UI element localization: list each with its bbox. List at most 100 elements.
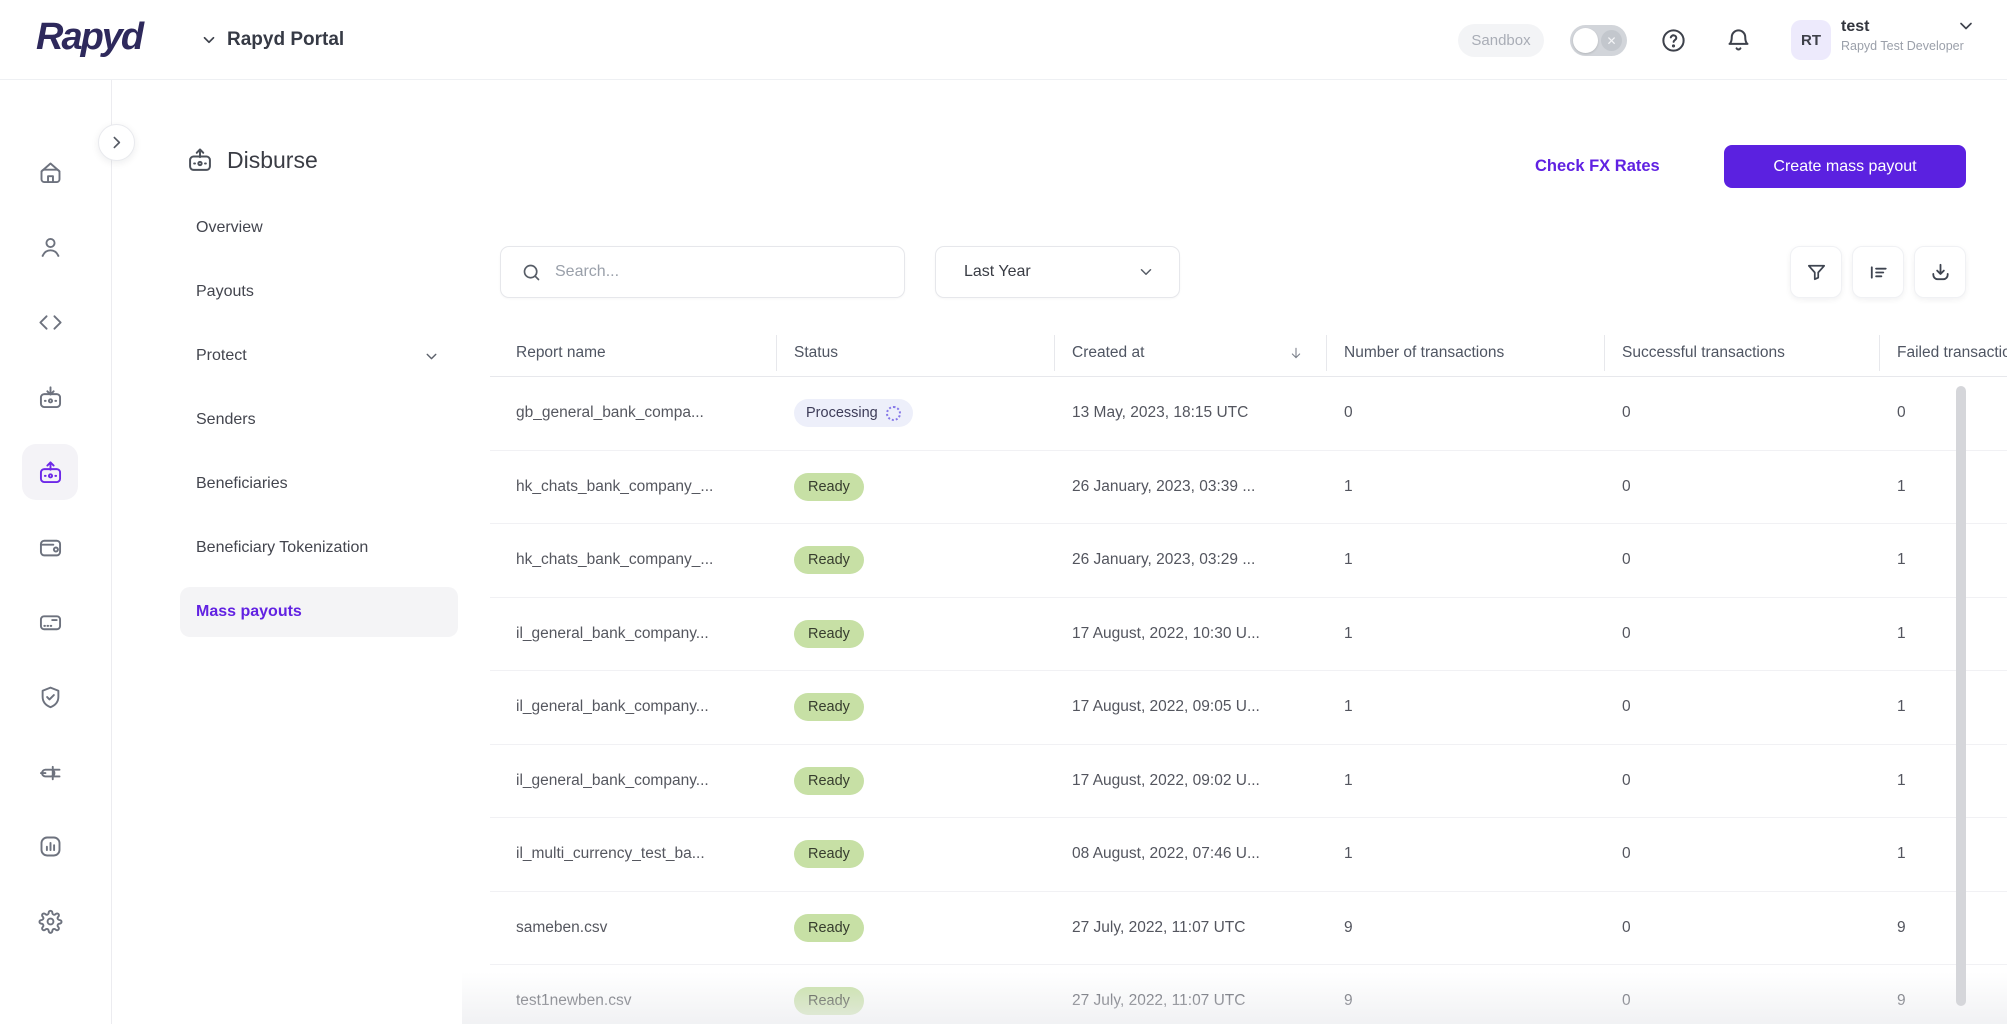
sidebar-item-payouts[interactable]: Payouts — [180, 267, 458, 317]
filter-button[interactable] — [1790, 246, 1842, 298]
rail-item-home[interactable] — [22, 144, 78, 200]
status-badge-label: Ready — [808, 919, 850, 936]
chevron-down-icon — [1960, 22, 1972, 30]
rapyd-logo: Rapyd — [36, 16, 144, 58]
rail-item-integrations[interactable] — [22, 744, 78, 800]
column-header-successful-transactions[interactable]: Successful transactions — [1604, 330, 1879, 376]
search-input[interactable] — [555, 263, 855, 281]
wallet-icon — [39, 539, 61, 556]
rail-item-settings[interactable] — [22, 893, 78, 949]
status-badge: Ready — [794, 840, 864, 869]
sidebar-item-senders[interactable]: Senders — [180, 395, 458, 445]
cell-total: 1 — [1344, 624, 1353, 642]
sidebar-item-beneficiaries[interactable]: Beneficiaries — [180, 459, 458, 509]
clients-icon — [41, 237, 59, 257]
column-header-label: Report name — [516, 344, 606, 361]
cell-failed: 9 — [1897, 992, 1906, 1010]
sidebar-item-beneficiary-tokenization[interactable]: Beneficiary Tokenization — [180, 523, 458, 573]
question-circle-icon — [1661, 28, 1685, 52]
column-header-number-of-transactions[interactable]: Number of transactions — [1326, 330, 1604, 376]
table-row[interactable]: il_general_bank_company... Ready 17 August… — [490, 671, 2007, 745]
sidebar-expand-button[interactable] — [98, 124, 135, 161]
cell-successful: 0 — [1622, 771, 1631, 789]
rail-item-card[interactable] — [22, 594, 78, 650]
date-range-value: Last Year — [964, 263, 1031, 280]
status-badge-label: Ready — [808, 772, 850, 789]
rail-item-collect[interactable] — [22, 369, 78, 425]
column-header-report-name[interactable]: Report name — [490, 330, 776, 376]
table-row[interactable]: test1newben.csv Ready 27 July, 2022, 11:07… — [490, 965, 2007, 1024]
vertical-scrollbar[interactable] — [1956, 386, 1966, 1006]
table-row[interactable]: il_general_bank_company... Ready 17 August… — [490, 598, 2007, 671]
check-fx-rates-link[interactable]: Check FX Rates — [1535, 157, 1660, 176]
status-badge-label: Ready — [808, 699, 850, 716]
cell-failed: 9 — [1897, 918, 1906, 936]
cell-failed: 1 — [1897, 624, 1906, 642]
sidebar-item-label: Beneficiary Tokenization — [196, 539, 369, 556]
cell-status: Processing — [776, 399, 1054, 428]
cell-name: hk_chats_bank_company_... — [516, 477, 714, 495]
cell-status: Ready — [776, 913, 1054, 942]
cell-created: 08 August, 2022, 07:46 U... — [1072, 845, 1260, 863]
search-box — [500, 246, 905, 298]
table-row[interactable]: il_multi_currency_test_ba... Ready 08 Augu… — [490, 818, 2007, 892]
table-row[interactable]: sameben.csv Ready 27 July, 2022, 11:07 UTC… — [490, 892, 2007, 965]
sandbox-toggle[interactable]: ✕ — [1570, 25, 1627, 56]
user-menu-chevron[interactable] — [1956, 16, 1976, 36]
cell-created: 17 August, 2022, 09:05 U... — [1072, 698, 1260, 716]
date-range-select[interactable]: Last Year — [935, 246, 1180, 298]
download-button[interactable] — [1914, 246, 1966, 298]
column-header-label: Failed transactions — [1897, 344, 2007, 361]
cell-successful: 0 — [1622, 992, 1631, 1010]
sort-button[interactable] — [1852, 246, 1904, 298]
search-icon — [523, 264, 540, 280]
sidebar-item-protect[interactable]: Protect — [180, 331, 458, 381]
rail-item-verify[interactable] — [22, 669, 78, 725]
cell-total: 1 — [1344, 845, 1353, 863]
rapyd-portal-app: Rapyd Rapyd Portal Sandbox ✕ RT test Rap… — [0, 0, 2007, 1024]
integrations-icon — [39, 765, 60, 780]
column-header-failed-transactions[interactable]: Failed transactions — [1879, 330, 2007, 376]
rail-item-disburse[interactable] — [22, 444, 78, 500]
cell-successful: 0 — [1622, 404, 1631, 422]
cell-successful: 0 — [1622, 918, 1631, 936]
table-row[interactable]: gb_general_bank_compa... Processing 13 May… — [490, 377, 2007, 451]
rail-item-analytics[interactable] — [22, 818, 78, 874]
sort-desc-arrow-icon — [1288, 345, 1304, 361]
avatar[interactable]: RT — [1791, 20, 1831, 60]
sidebar-item-overview[interactable]: Overview — [180, 203, 458, 253]
portal-switcher[interactable]: Rapyd Portal — [200, 0, 344, 80]
table-row[interactable]: hk_chats_bank_company_... Ready 26 January… — [490, 451, 2007, 524]
cell-successful: 0 — [1622, 845, 1631, 863]
column-header-created-at[interactable]: Created at — [1054, 330, 1326, 376]
status-badge: Ready — [794, 546, 864, 575]
rail-item-clients[interactable] — [22, 219, 78, 275]
chevron-down-icon — [423, 348, 440, 365]
create-mass-payout-button[interactable]: Create mass payout — [1724, 145, 1966, 188]
sidebar-item-mass-payouts[interactable]: Mass payouts — [180, 587, 458, 637]
notifications-button[interactable] — [1722, 24, 1754, 56]
disburse-menu: Overview Payouts Protect Senders Beneficiari… — [180, 203, 458, 651]
card-icon — [39, 614, 61, 630]
rail-item-developers[interactable] — [22, 294, 78, 350]
rail-item-wallet[interactable] — [22, 519, 78, 575]
column-header-label: Successful transactions — [1622, 344, 1785, 361]
sandbox-badge: Sandbox — [1458, 24, 1544, 57]
verify-icon — [41, 686, 59, 708]
cell-name: il_general_bank_company... — [516, 771, 709, 789]
cell-failed: 1 — [1897, 477, 1906, 495]
cell-created: 27 July, 2022, 11:07 UTC — [1072, 918, 1246, 936]
developers-icon — [38, 314, 62, 330]
table-row[interactable]: hk_chats_bank_company_... Ready 26 January… — [490, 524, 2007, 598]
cell-failed: 1 — [1897, 845, 1906, 863]
cell-total: 1 — [1344, 477, 1353, 495]
status-badge-label: Processing — [806, 405, 878, 422]
column-header-status[interactable]: Status — [776, 330, 1054, 376]
cell-name: il_multi_currency_test_ba... — [516, 845, 705, 863]
toggle-off-icon: ✕ — [1601, 30, 1622, 51]
cell-created: 26 January, 2023, 03:39 ... — [1072, 477, 1256, 495]
chevron-down-icon — [1140, 269, 1152, 275]
help-button[interactable] — [1657, 24, 1689, 56]
filter-funnel-icon — [1807, 264, 1825, 280]
table-row[interactable]: il_general_bank_company... Ready 17 August… — [490, 745, 2007, 818]
